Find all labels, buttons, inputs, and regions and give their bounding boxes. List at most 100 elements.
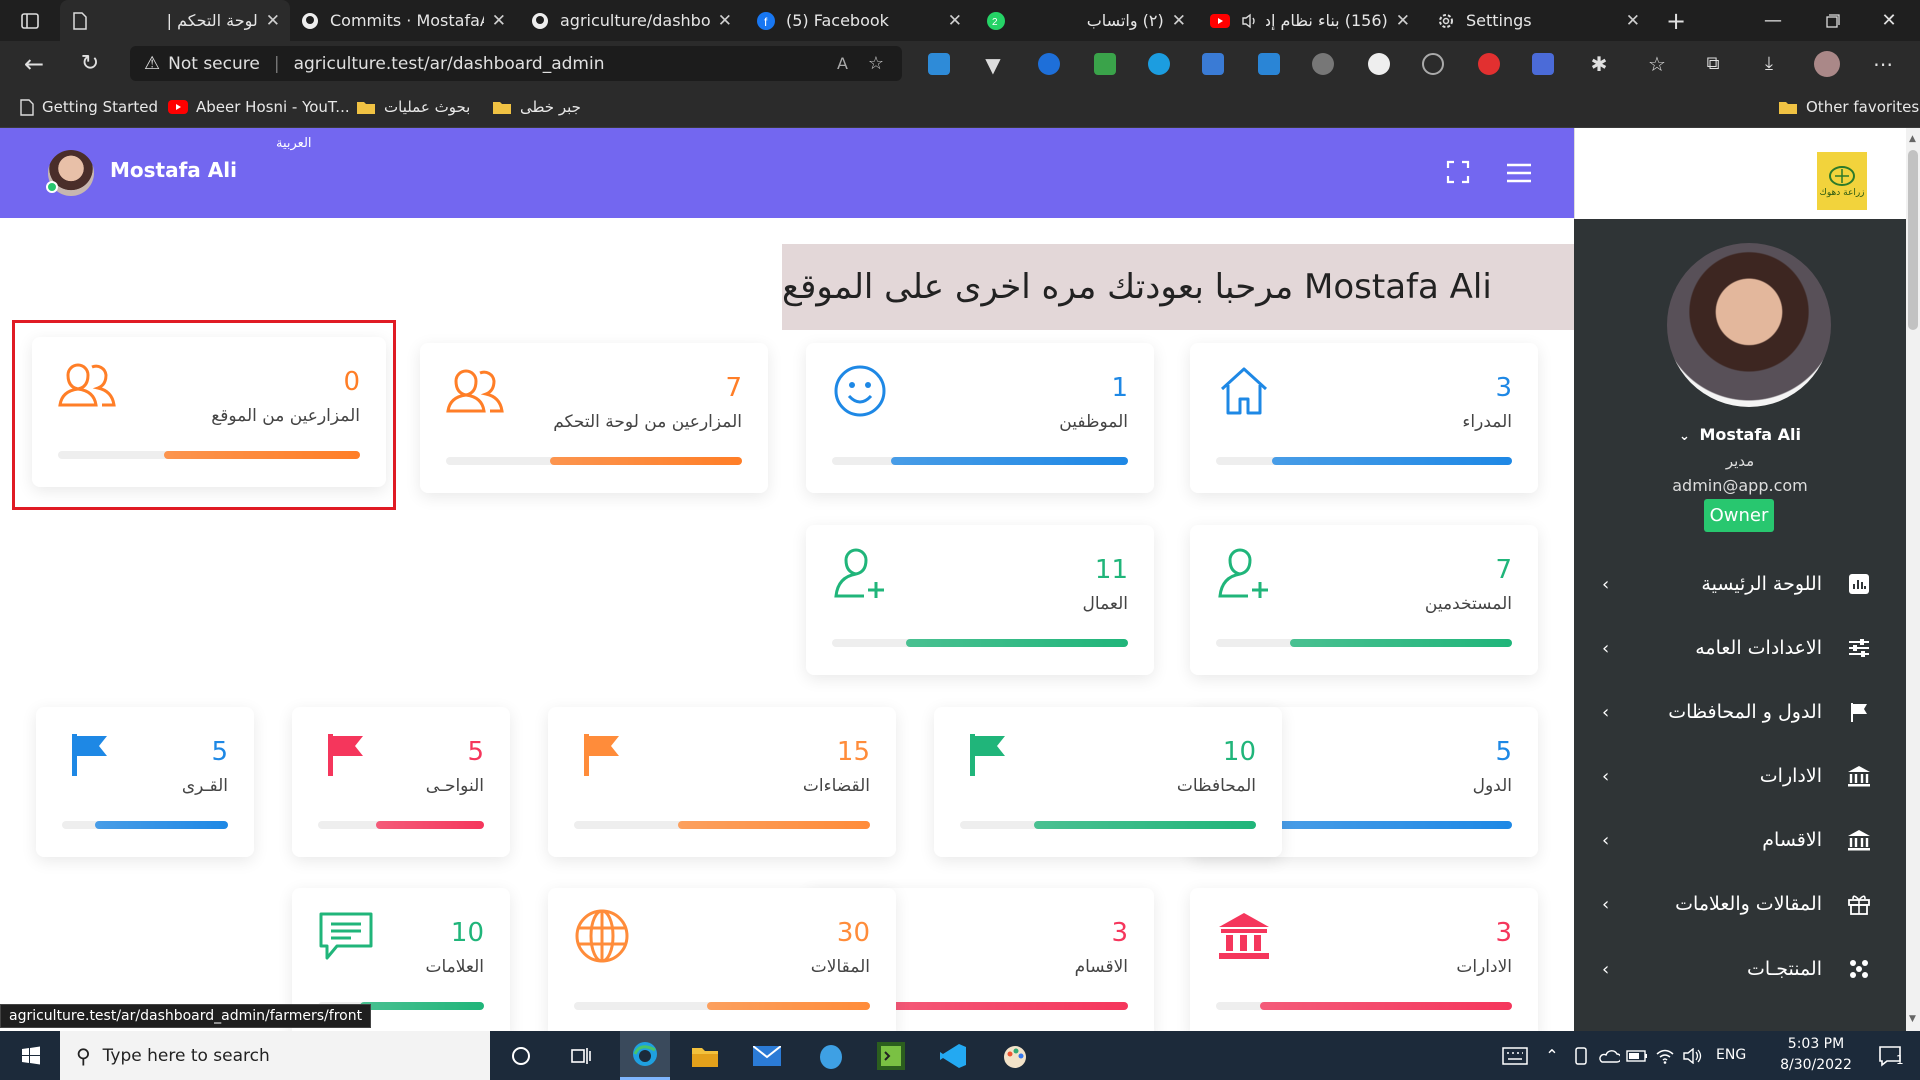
tab-actions-icon[interactable] [10, 0, 50, 41]
tab-dashboard[interactable]: لوحة التحكم | ✕ [60, 0, 290, 41]
tab-facebook[interactable]: f (5) Facebook ✕ [746, 0, 972, 41]
url-text[interactable]: agriculture.test/ar/dashboard_admin [294, 54, 605, 74]
stat-card-employees[interactable]: 1 الموظفين [806, 343, 1154, 493]
page-scrollbar[interactable]: ▲ ▼ [1906, 128, 1920, 1031]
minimize-button[interactable]: — [1750, 0, 1796, 41]
stat-card-managers[interactable]: 3 المدراء [1190, 343, 1538, 493]
cortana-icon[interactable] [496, 1031, 546, 1080]
downloads-icon[interactable]: ⤓ [1756, 41, 1782, 86]
new-tab-button[interactable]: + [1656, 0, 1696, 41]
paint-icon[interactable] [990, 1031, 1040, 1080]
header-user-name[interactable]: Mostafa Ali [110, 158, 237, 182]
language-switch[interactable]: العربية [276, 136, 312, 151]
close-icon[interactable]: ✕ [948, 11, 962, 31]
security-label[interactable]: Not secure [168, 54, 260, 74]
translate-extension-icon[interactable] [1532, 53, 1554, 75]
tab-youtube[interactable]: (156) بناء نظام إدا ✕ [1200, 0, 1420, 41]
close-icon[interactable]: ✕ [492, 11, 506, 31]
bookmark-getting-started[interactable]: Getting Started [20, 86, 158, 128]
adblock-extension-icon[interactable] [1478, 53, 1500, 75]
stat-card-governorates[interactable]: 10 المحافظات [934, 707, 1282, 857]
tab-commits[interactable]: Commits · MostafaAli ✕ [290, 0, 516, 41]
close-icon[interactable]: ✕ [1172, 11, 1186, 31]
puzzle-icon[interactable]: ✱ [1586, 41, 1612, 86]
terminal-icon[interactable] [866, 1031, 916, 1080]
stat-card-districts[interactable]: 15 القضاءات [548, 707, 896, 857]
stat-card-farmers-dashboard[interactable]: 7 المزارعين من لوحة التحكم [420, 343, 768, 493]
other-favorites[interactable]: Other favorites [1778, 86, 1919, 128]
audio-extension-icon[interactable] [1422, 53, 1444, 75]
sidebar-item-articles-tags[interactable]: ‹ المقالات والعلامات [1574, 879, 1906, 929]
device-icon[interactable] [1566, 1031, 1596, 1080]
stat-card-farmers-site[interactable]: 0 المزارعين من الموقع [32, 337, 386, 487]
onedrive-icon[interactable] [1594, 1031, 1624, 1080]
circle-extension-icon[interactable] [1368, 53, 1390, 75]
scroll-up-icon[interactable]: ▲ [1909, 134, 1916, 144]
file-explorer-icon[interactable] [680, 1031, 730, 1080]
add-favorite-icon[interactable]: ☆ [868, 53, 884, 74]
sidebar-item-general-settings[interactable]: ‹ الاعدادات العامه [1574, 623, 1906, 673]
extension-v-icon[interactable]: ▼ [982, 53, 1004, 77]
back-icon[interactable]: ← [14, 41, 54, 86]
read-aloud-icon[interactable]: A [837, 54, 848, 73]
edge-icon[interactable] [620, 1031, 670, 1080]
stat-card-villages[interactable]: 5 القـرى [36, 707, 254, 857]
download-extension-icon[interactable] [1094, 53, 1116, 75]
chevron-up-icon[interactable]: ⌃ [1536, 1031, 1568, 1080]
favorites-icon[interactable]: ☆ [1644, 41, 1670, 86]
restore-button[interactable] [1810, 0, 1856, 41]
mail-icon[interactable] [742, 1031, 792, 1080]
sidebar-item-products[interactable]: ‹ المنتجـات [1574, 944, 1906, 994]
logo[interactable]: زراعة دهوك [1817, 152, 1867, 210]
clock[interactable]: 5:03 PM 8/30/2022 [1766, 1034, 1866, 1076]
camera-extension-icon[interactable] [1258, 53, 1280, 75]
windows-start-icon[interactable] [6, 1031, 56, 1080]
task-view-icon[interactable] [556, 1031, 606, 1080]
url-field[interactable]: ⚠ Not secure | agriculture.test/ar/dashb… [130, 46, 902, 81]
language-indicator[interactable]: ENG [1716, 1031, 1746, 1080]
taskbar-search[interactable]: ⚲ Type here to search [60, 1031, 490, 1080]
close-icon[interactable]: ✕ [266, 11, 280, 31]
tab-agriculture-repo[interactable]: agriculture/dashboard ✕ [520, 0, 742, 41]
close-icon[interactable]: ✕ [1626, 11, 1640, 31]
grammar-extension-icon[interactable] [1148, 53, 1170, 75]
scroll-down-icon[interactable]: ▼ [1909, 1014, 1916, 1024]
sidebar-item-sections[interactable]: ‹ الاقسام [1574, 815, 1906, 865]
stat-card-users[interactable]: 7 المستخدمين [1190, 525, 1538, 675]
bookmark-linear-algebra[interactable]: جبر خطى [492, 86, 581, 128]
tab-settings[interactable]: Settings ✕ [1426, 0, 1650, 41]
close-window-button[interactable]: ✕ [1866, 0, 1912, 41]
keyboard-icon[interactable] [1490, 1031, 1540, 1080]
stat-card-workers[interactable]: 11 العمال [806, 525, 1154, 675]
scrollbar-thumb[interactable] [1908, 150, 1918, 330]
collections-icon[interactable]: ⧉ [1700, 41, 1726, 86]
fullscreen-icon[interactable] [1446, 160, 1472, 186]
sidebar-item-administrations[interactable]: ‹ الادارات [1574, 751, 1906, 801]
settings-extension-icon[interactable] [1312, 53, 1334, 75]
speaker-icon[interactable] [1240, 11, 1260, 31]
battery-icon[interactable] [1622, 1031, 1652, 1080]
notifications-icon[interactable]: 1 [1866, 1031, 1916, 1080]
json-extension-icon[interactable] [1038, 53, 1060, 75]
stat-card-subdistricts[interactable]: 5 النواحـى [292, 707, 510, 857]
bookmark-operations-research[interactable]: بحوث عمليات [356, 86, 470, 128]
refresh-icon[interactable]: ↻ [70, 41, 110, 86]
tab-whatsapp[interactable]: 2 (٢) واتساب ✕ [976, 0, 1196, 41]
bookmark-youtube[interactable]: Abeer Hosni - YouT... [168, 86, 350, 128]
more-icon[interactable]: ⋯ [1868, 41, 1898, 86]
profile-avatar[interactable] [1812, 41, 1842, 86]
extension-icon[interactable] [928, 53, 950, 75]
sidebar-user-toggle[interactable]: ⌄ Mostafa Ali [1574, 425, 1906, 444]
sidebar-item-countries[interactable]: ‹ الدول و المحافظات [1574, 687, 1906, 737]
fi-extension-icon[interactable] [1202, 53, 1224, 75]
tableplus-icon[interactable] [806, 1031, 856, 1080]
vscode-icon[interactable] [928, 1031, 978, 1080]
volume-icon[interactable] [1678, 1031, 1708, 1080]
close-icon[interactable]: ✕ [718, 11, 732, 31]
sidebar-item-dashboard[interactable]: ‹ اللوحة الرئيسية [1574, 559, 1906, 609]
close-icon[interactable]: ✕ [1396, 11, 1410, 31]
stat-card-departments[interactable]: 3 الادارات [1190, 888, 1538, 1038]
wifi-icon[interactable] [1650, 1031, 1680, 1080]
menu-icon[interactable] [1506, 162, 1532, 184]
stat-card-articles[interactable]: 30 المقالات [548, 888, 896, 1038]
